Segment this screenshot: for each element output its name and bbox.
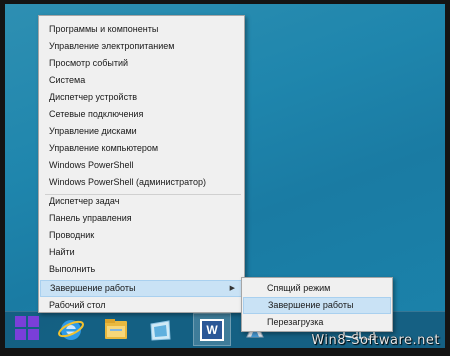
menu-item-file-explorer[interactable]: Проводник bbox=[40, 227, 243, 244]
menu-item-shutdown-label: Завершение работы bbox=[50, 283, 136, 293]
windows-start-icon[interactable] bbox=[12, 313, 44, 345]
submenu-item-shutdown[interactable]: Завершение работы bbox=[243, 297, 391, 314]
menu-item-shutdown[interactable]: Завершение работы ▶ bbox=[40, 280, 243, 297]
menu-item-power-options[interactable]: Управление электропитанием bbox=[40, 38, 243, 55]
menu-item-device-manager[interactable]: Диспетчер устройств bbox=[40, 89, 243, 106]
menu-item-system[interactable]: Система bbox=[40, 72, 243, 89]
watermark: Win8-Software.net bbox=[311, 333, 440, 348]
shutdown-submenu: Спящий режим Завершение работы Перезагру… bbox=[241, 277, 393, 332]
menu-item-powershell-admin[interactable]: Windows PowerShell (администратор) bbox=[40, 174, 243, 191]
submenu-arrow-icon: ▶ bbox=[229, 285, 235, 292]
menu-item-event-viewer[interactable]: Просмотр событий bbox=[40, 55, 243, 72]
menu-item-control-panel[interactable]: Панель управления bbox=[40, 210, 243, 227]
internet-explorer-icon[interactable] bbox=[57, 315, 85, 343]
winx-context-menu: Программы и компоненты Управление электр… bbox=[38, 15, 245, 313]
menu-item-programs-features[interactable]: Программы и компоненты bbox=[40, 21, 243, 38]
word-taskbar-button[interactable]: W bbox=[193, 313, 231, 346]
menu-item-task-manager[interactable]: Диспетчер задач bbox=[40, 193, 243, 210]
menu-item-network-connections[interactable]: Сетевые подключения bbox=[40, 106, 243, 123]
menu-item-search[interactable]: Найти bbox=[40, 244, 243, 261]
menu-item-desktop[interactable]: Рабочий стол bbox=[40, 297, 243, 314]
menu-item-powershell[interactable]: Windows PowerShell bbox=[40, 157, 243, 174]
menu-item-run[interactable]: Выполнить bbox=[40, 261, 243, 278]
word-icon: W bbox=[200, 319, 224, 341]
file-explorer-icon[interactable] bbox=[102, 315, 130, 343]
submenu-item-sleep[interactable]: Спящий режим bbox=[243, 280, 391, 297]
store-icon[interactable] bbox=[146, 315, 174, 343]
menu-item-disk-management[interactable]: Управление дисками bbox=[40, 123, 243, 140]
menu-item-computer-management[interactable]: Управление компьютером bbox=[40, 140, 243, 157]
submenu-item-restart[interactable]: Перезагрузка bbox=[243, 314, 391, 331]
